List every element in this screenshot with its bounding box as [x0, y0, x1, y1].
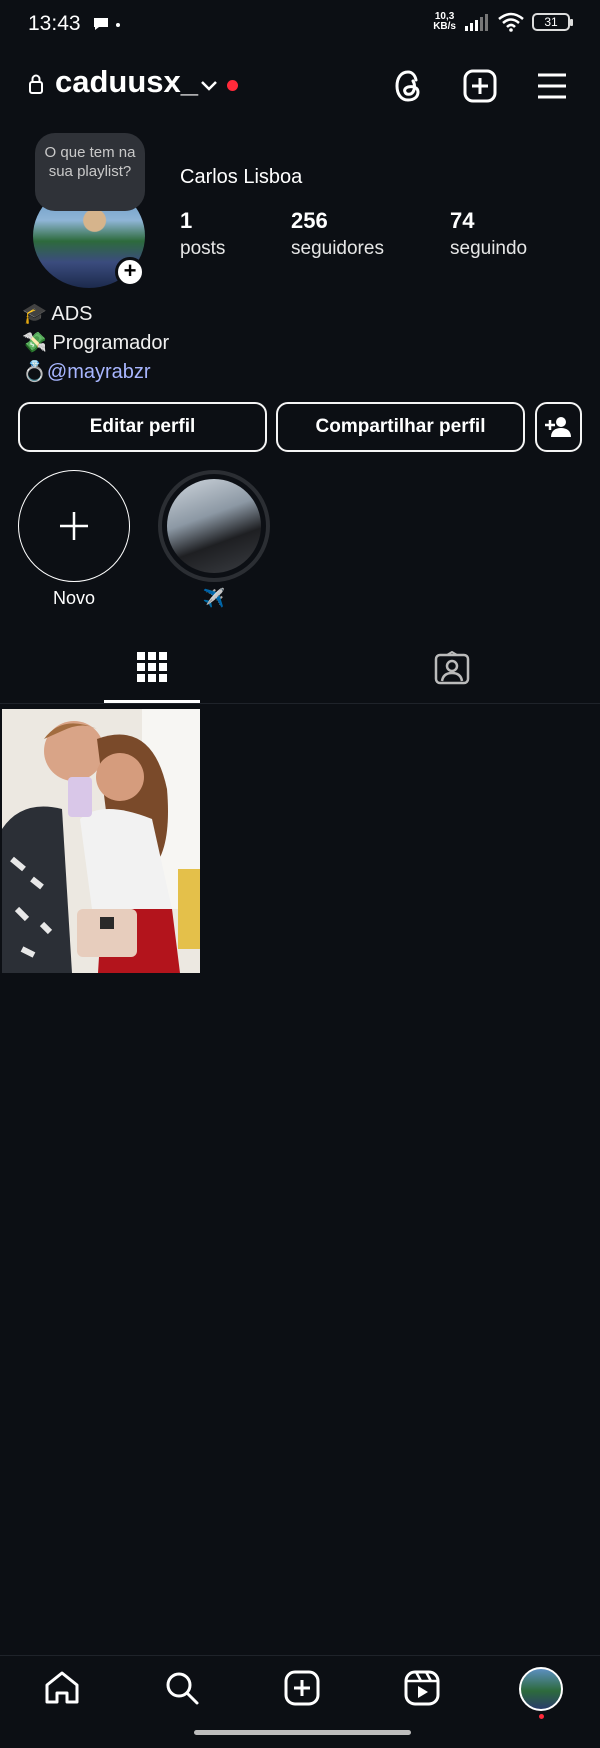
- create-post-icon[interactable]: [463, 69, 497, 103]
- grid-icon: [137, 652, 167, 682]
- threads-icon[interactable]: [393, 68, 425, 104]
- plus-icon: [60, 512, 88, 540]
- bio-mention-link[interactable]: @mayrabzr: [47, 361, 151, 383]
- status-icons: 10,3 KB/s 31: [433, 12, 573, 32]
- unread-indicator-dot: [227, 80, 238, 91]
- username-switcher[interactable]: caduusx_: [55, 64, 198, 100]
- cellular-signal-icon: [465, 14, 488, 31]
- status-bar: 13:43 10,3 KB/s 31: [0, 0, 600, 50]
- stat-posts[interactable]: 1 posts: [180, 208, 225, 260]
- bio-line: 💍@mayrabzr: [22, 358, 169, 387]
- lock-icon: [28, 74, 44, 94]
- bio-text: ADS: [51, 303, 93, 325]
- post-photo: [2, 709, 200, 973]
- search-icon[interactable]: [164, 1670, 200, 1706]
- create-tab-icon[interactable]: [284, 1670, 320, 1706]
- reels-icon[interactable]: [404, 1670, 440, 1706]
- graduation-cap-emoji: 🎓: [22, 303, 47, 325]
- stat-followers-value: 256: [291, 208, 328, 233]
- post-thumbnail[interactable]: [2, 709, 200, 973]
- add-person-icon: [544, 417, 571, 437]
- stat-followers-label: seguidores: [291, 238, 384, 259]
- tab-divider: [0, 703, 600, 704]
- stat-followers[interactable]: 256 seguidores: [291, 208, 384, 260]
- menu-icon[interactable]: [536, 72, 568, 100]
- new-highlight-button[interactable]: [18, 470, 130, 582]
- stat-following-value: 74: [450, 208, 475, 233]
- bio-line: 💸 Programador: [22, 329, 169, 358]
- profile-full-name: Carlos Lisboa: [180, 166, 303, 188]
- highlight-travel[interactable]: [158, 470, 270, 582]
- network-speed-unit: KB/s: [433, 21, 456, 32]
- notification-dot-icon: [116, 23, 120, 27]
- highlight-label-new: Novo: [52, 588, 96, 608]
- profile-tab-avatar[interactable]: [519, 1667, 563, 1711]
- discover-people-button[interactable]: [535, 402, 582, 452]
- message-notification-icon: [92, 16, 110, 32]
- wifi-icon: [498, 12, 524, 32]
- ring-emoji: 💍: [22, 361, 47, 383]
- network-speed: 10,3 KB/s: [433, 12, 456, 32]
- bio-line: 🎓 ADS: [22, 300, 169, 329]
- tagged-tab[interactable]: [434, 651, 470, 685]
- add-story-plus-icon[interactable]: +: [115, 257, 145, 287]
- stat-posts-value: 1: [180, 208, 193, 233]
- stat-following[interactable]: 74 seguindo: [450, 208, 527, 260]
- home-tab-icon[interactable]: [44, 1670, 80, 1704]
- share-profile-button[interactable]: Compartilhar perfil: [276, 402, 525, 452]
- battery-indicator: 31: [532, 13, 573, 31]
- money-emoji: 💸: [22, 332, 47, 354]
- status-time: 13:43: [28, 12, 81, 35]
- chevron-down-icon[interactable]: [200, 80, 218, 92]
- edit-profile-button[interactable]: Editar perfil: [18, 402, 267, 452]
- tagged-person-icon: [434, 651, 470, 685]
- profile-notification-dot: [539, 1714, 544, 1719]
- home-indicator[interactable]: [194, 1730, 411, 1735]
- profile-bio: 🎓 ADS 💸 Programador 💍@mayrabzr: [22, 300, 169, 387]
- bio-text: Programador: [52, 332, 170, 354]
- note-bubble[interactable]: O que tem na sua playlist?: [35, 133, 145, 211]
- highlight-label-travel: ✈️: [202, 588, 226, 608]
- grid-tab[interactable]: [137, 652, 167, 682]
- highlight-cover-image: [167, 479, 261, 573]
- stat-posts-label: posts: [180, 238, 226, 259]
- stat-following-label: seguindo: [450, 238, 528, 259]
